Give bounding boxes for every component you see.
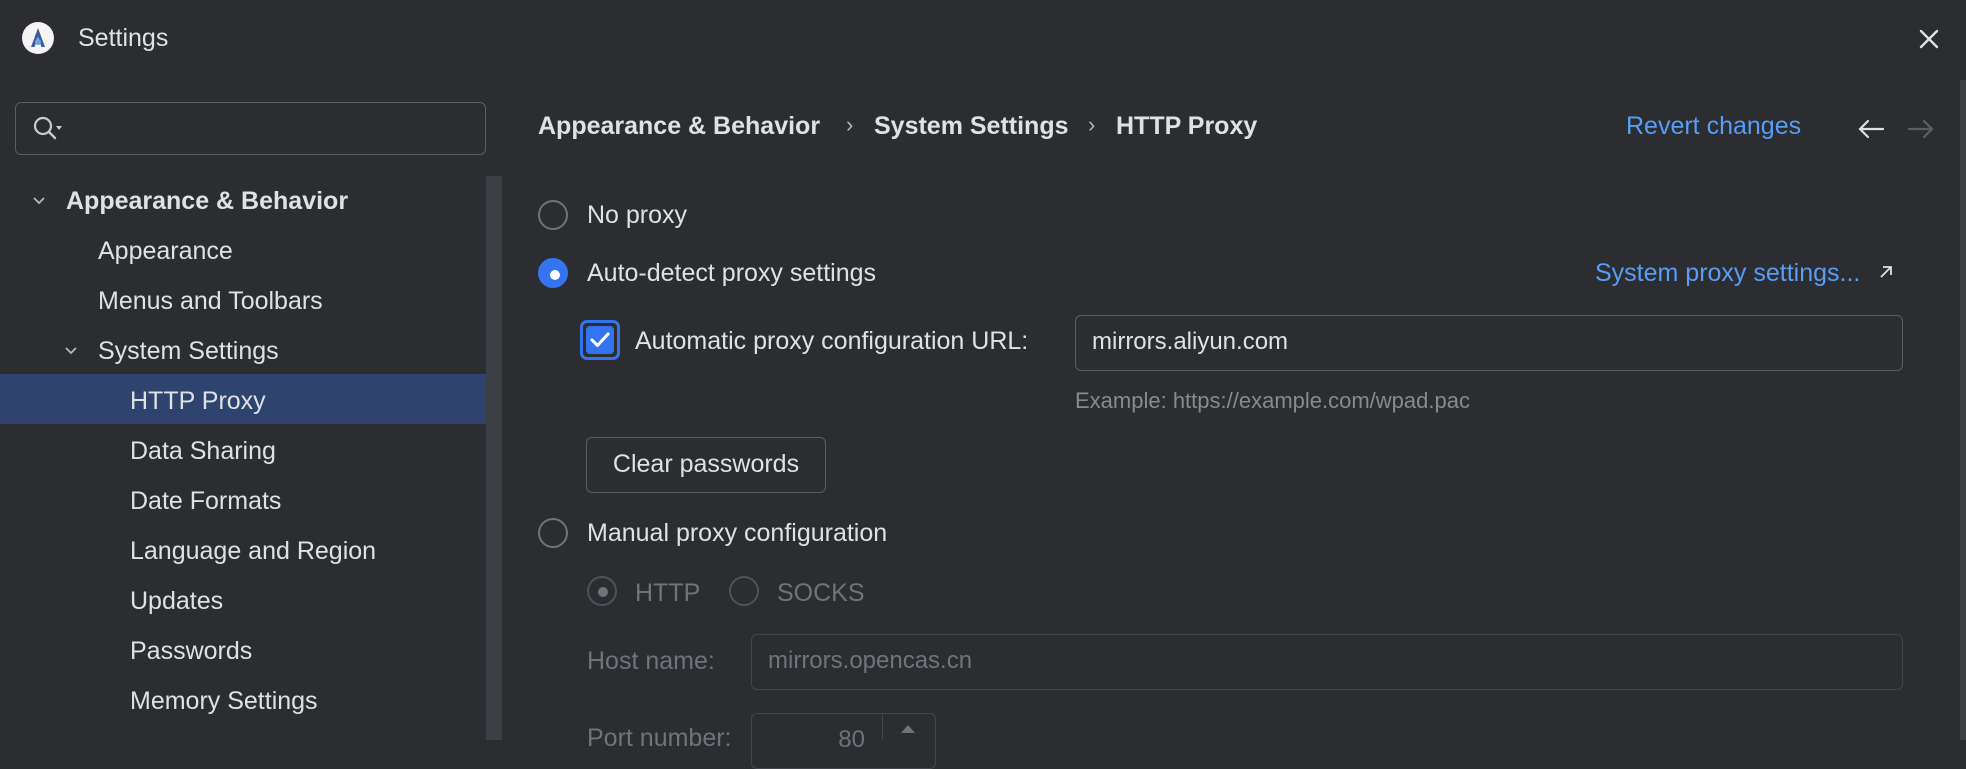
sidebar-item-menus-toolbars[interactable]: Menus and Toolbars <box>98 276 323 326</box>
host-name-field[interactable]: mirrors.opencas.cn <box>751 634 1903 690</box>
sidebar-scrollbar[interactable] <box>486 176 502 740</box>
breadcrumb-item[interactable]: Appearance & Behavior <box>538 112 820 141</box>
system-proxy-settings-link[interactable]: System proxy settings... <box>1595 259 1860 288</box>
sidebar-item-passwords[interactable]: Passwords <box>130 626 252 676</box>
chevron-down-icon[interactable] <box>64 344 78 358</box>
auto-config-url-label: Automatic proxy configuration URL: <box>635 327 1029 355</box>
sidebar-item-memory-settings[interactable]: Memory Settings <box>130 676 318 726</box>
http-label: HTTP <box>635 579 701 607</box>
chevron-down-icon[interactable] <box>32 194 46 208</box>
sidebar-item-label: System Settings <box>98 337 279 365</box>
sidebar-item-updates[interactable]: Updates <box>130 576 223 626</box>
clear-passwords-button[interactable]: Clear passwords <box>586 437 826 493</box>
auto-config-url-field[interactable]: mirrors.aliyun.com <box>1075 315 1903 371</box>
close-icon[interactable] <box>1912 22 1946 56</box>
port-number-label: Port number: <box>587 724 732 752</box>
content-scrollbar[interactable] <box>1960 80 1966 740</box>
no-proxy-label[interactable]: No proxy <box>587 201 687 230</box>
breadcrumb-current: HTTP Proxy <box>1116 112 1258 140</box>
revert-changes-link[interactable]: Revert changes <box>1626 112 1801 141</box>
manual-proxy-label[interactable]: Manual proxy configuration <box>587 519 887 548</box>
sidebar-item-data-sharing[interactable]: Data Sharing <box>130 426 276 476</box>
checkmark-icon <box>586 326 614 354</box>
sidebar-item-label: Appearance & Behavior <box>66 187 349 215</box>
sidebar-item-system-settings[interactable]: System Settings <box>0 326 486 376</box>
auto-config-url-checkbox[interactable] <box>580 320 620 360</box>
auto-detect-radio[interactable] <box>538 258 568 288</box>
auto-config-url-hint: Example: https://example.com/wpad.pac <box>1075 388 1470 413</box>
manual-proxy-radio[interactable] <box>538 518 568 548</box>
arrow-left-icon[interactable] <box>1856 116 1886 148</box>
http-radio[interactable] <box>587 576 617 606</box>
search-icon[interactable] <box>32 115 66 148</box>
socks-radio[interactable] <box>729 576 759 606</box>
sidebar-item-date-formats[interactable]: Date Formats <box>130 476 281 526</box>
sidebar-item-appearance-behavior[interactable]: Appearance & Behavior <box>0 176 486 226</box>
no-proxy-radio[interactable] <box>538 200 568 230</box>
stepper-divider <box>882 713 883 740</box>
window-title: Settings <box>78 24 169 52</box>
socks-label: SOCKS <box>777 579 865 607</box>
auto-detect-label[interactable]: Auto-detect proxy settings <box>587 259 876 288</box>
breadcrumb-item[interactable]: System Settings <box>874 112 1069 141</box>
sidebar-item-language-region[interactable]: Language and Region <box>130 526 376 576</box>
app-logo-icon <box>22 22 54 54</box>
chevron-right-icon: › <box>1088 112 1096 137</box>
external-link-icon[interactable] <box>1876 262 1896 287</box>
title-bar: Settings <box>0 0 1966 78</box>
search-input[interactable] <box>15 102 486 155</box>
arrow-right-icon[interactable] <box>1906 116 1936 148</box>
chevron-right-icon: › <box>846 112 854 137</box>
sidebar-item-http-proxy[interactable]: HTTP Proxy <box>130 376 266 426</box>
chevron-up-icon[interactable] <box>898 722 918 741</box>
host-name-label: Host name: <box>587 647 715 675</box>
sidebar-item-appearance[interactable]: Appearance <box>98 226 233 276</box>
